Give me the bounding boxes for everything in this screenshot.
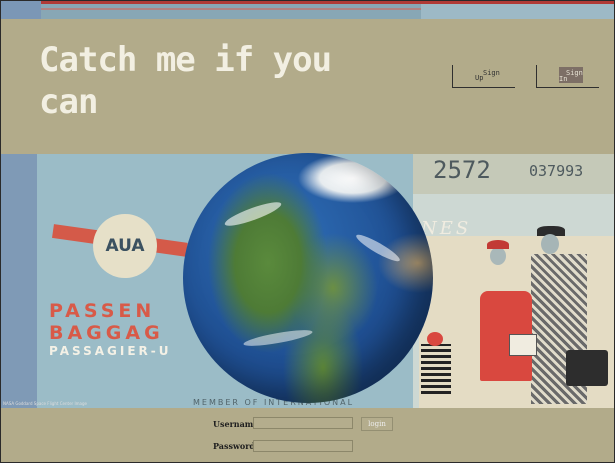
strip-blue-block (1, 1, 41, 19)
woman-hat (487, 240, 509, 249)
username-input[interactable] (253, 417, 353, 429)
page-title: Catch me if you can (39, 40, 332, 122)
sign-up-button[interactable]: Sign Up (452, 65, 515, 88)
passenger-line: PASSEN (49, 300, 156, 322)
header: Catch me if you can Sign Up Sign In (1, 19, 614, 154)
password-input[interactable] (253, 440, 353, 452)
baggage-line: BAGGAG (49, 322, 164, 344)
sign-in-chip: Sign In (559, 67, 583, 83)
page: Catch me if you can Sign Up Sign In AUA … (0, 0, 615, 463)
passenger-baggage-text: PASSEN BAGGAG (49, 300, 164, 344)
man-head (541, 234, 559, 254)
earth-globe-image (183, 153, 433, 403)
sign-up-label: Sign (483, 69, 500, 77)
password-label: Password: (213, 441, 258, 451)
cloud (222, 198, 284, 230)
ticket-number: 2572 (433, 156, 491, 184)
sign-in-sublabel: In (559, 75, 568, 83)
child-figure (421, 344, 451, 394)
sign-in-label: Sign (566, 69, 583, 77)
handbag-icon (509, 334, 537, 356)
strip-grey-block (421, 4, 614, 19)
cloud (353, 231, 403, 265)
airline-logo: AUA (93, 214, 157, 278)
image-caption: NASA Goddard Space Flight Center Image (3, 401, 87, 406)
login-button[interactable]: login (361, 417, 393, 431)
woman-head (490, 247, 506, 265)
passagier-text: PASSAGIER-U (49, 344, 172, 358)
banner-left-strip (1, 154, 37, 408)
strip-red-line-thin (41, 8, 421, 10)
briefcase-icon (566, 350, 608, 386)
serial-number: 037993 (529, 162, 584, 180)
cloud (242, 326, 314, 350)
decorative-top-strip (1, 1, 614, 19)
sign-in-button[interactable]: Sign In (536, 65, 599, 88)
child-head (427, 332, 443, 346)
sign-up-sublabel: Up (475, 74, 484, 82)
login-form: Username: login Password: (1, 408, 614, 462)
